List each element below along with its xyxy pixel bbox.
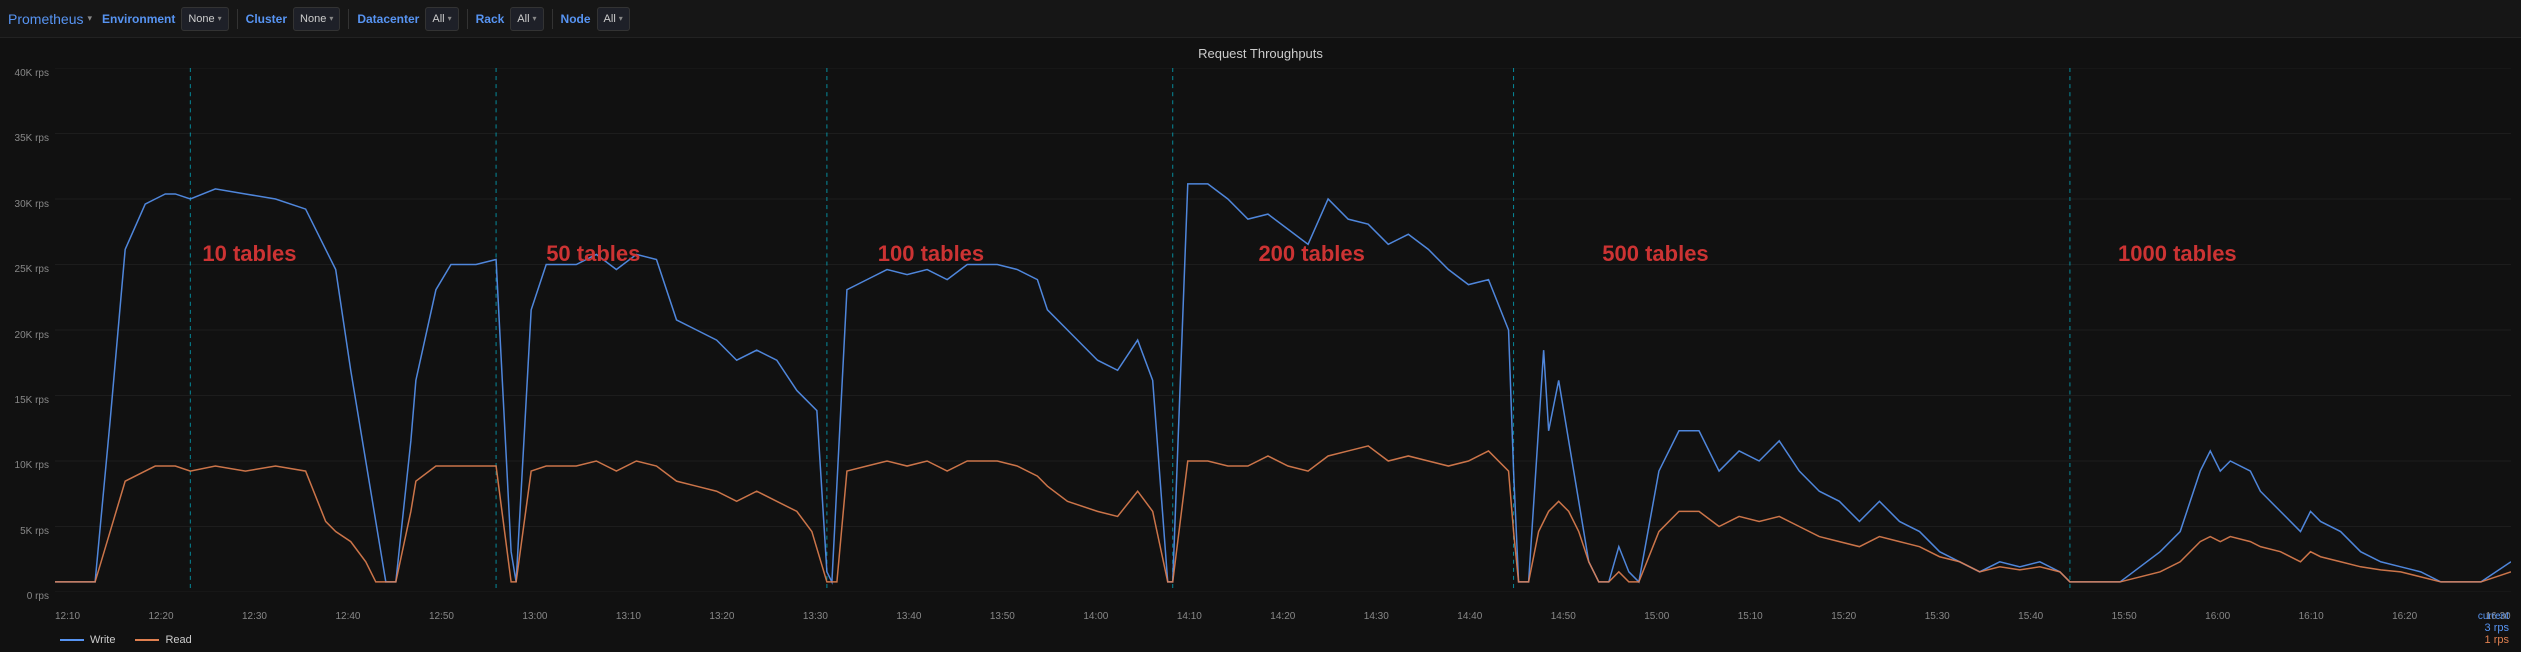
app-title[interactable]: Prometheus ▾ [8,11,92,27]
y-label-35k: 35K rps [0,133,55,144]
x-label-24: 16:10 [2299,611,2324,622]
x-axis: 12:10 12:20 12:30 12:40 12:50 13:00 13:1… [55,611,2511,622]
x-label-2: 12:30 [242,611,267,622]
chevron-icon-environment: ▾ [218,14,222,23]
filter-label-environment: Environment [102,12,175,26]
legend-read-label: Read [165,634,191,646]
app-title-text: Prometheus [8,11,83,27]
filter-label-cluster: Cluster [246,12,287,26]
separator2 [348,9,349,29]
y-label-30k: 30K rps [0,199,55,210]
legend-write: Write [60,634,115,646]
x-label-0: 12:10 [55,611,80,622]
x-label-21: 15:40 [2018,611,2043,622]
y-label-20k: 20K rps [0,330,55,341]
x-label-3: 12:40 [335,611,360,622]
legend: Write Read [60,634,192,646]
x-label-7: 13:20 [709,611,734,622]
y-label-40k: 40K rps [0,68,55,79]
x-label-22: 15:50 [2112,611,2137,622]
y-axis: 0 rps 5K rps 10K rps 15K rps 20K rps 25K… [0,68,55,602]
chevron-icon-node: ▾ [619,14,623,23]
x-label-4: 12:50 [429,611,454,622]
y-label-25k: 25K rps [0,264,55,275]
filter-value-rack: All [517,13,529,25]
x-label-6: 13:10 [616,611,641,622]
legend-write-label: Write [90,634,115,646]
x-label-20: 15:30 [1925,611,1950,622]
x-label-16: 14:50 [1551,611,1576,622]
x-label-25: 16:20 [2392,611,2417,622]
top-bar: Prometheus ▾ Environment None ▾ Cluster … [0,0,2521,38]
y-label-15k: 15K rps [0,395,55,406]
filter-value-node: All [604,13,616,25]
legend-write-line [60,639,84,641]
x-label-15: 14:40 [1457,611,1482,622]
x-label-23: 16:00 [2205,611,2230,622]
legend-read: Read [135,634,191,646]
x-label-1: 12:20 [148,611,173,622]
separator4 [552,9,553,29]
legend-read-line [135,639,159,641]
current-value: current 3 rps 1 rps [2478,610,2509,646]
chevron-icon-cluster: ▾ [329,14,333,23]
x-label-12: 14:10 [1177,611,1202,622]
x-label-5: 13:00 [522,611,547,622]
x-label-9: 13:40 [896,611,921,622]
chart-title: Request Throughputs [1198,46,1323,61]
x-label-14: 14:30 [1364,611,1389,622]
x-label-18: 15:10 [1738,611,1763,622]
x-label-17: 15:00 [1644,611,1669,622]
filter-label-rack: Rack [476,12,505,26]
filter-select-environment[interactable]: None ▾ [181,7,228,31]
x-label-19: 15:20 [1831,611,1856,622]
current-label: current [2478,611,2509,622]
filter-select-cluster[interactable]: None ▾ [293,7,340,31]
write-current-val: 3 rps [2485,622,2509,634]
chevron-icon-rack: ▾ [533,14,537,23]
chart-container: Request Throughputs 0 rps 5K rps 10K rps… [0,38,2521,652]
x-label-8: 13:30 [803,611,828,622]
y-label-5k: 5K rps [0,526,55,537]
x-label-10: 13:50 [990,611,1015,622]
filter-select-datacenter[interactable]: All ▾ [425,7,458,31]
filter-label-node: Node [561,12,591,26]
chevron-icon-datacenter: ▾ [448,14,452,23]
separator3 [467,9,468,29]
filter-select-rack[interactable]: All ▾ [510,7,543,31]
filter-value-datacenter: All [432,13,444,25]
filter-label-datacenter: Datacenter [357,12,419,26]
y-label-0: 0 rps [0,591,55,602]
x-label-11: 14:00 [1083,611,1108,622]
y-label-10k: 10K rps [0,460,55,471]
chart-svg: .grid-line { stroke: #2a2a2a; stroke-wid… [55,68,2511,592]
filter-select-node[interactable]: All ▾ [597,7,630,31]
filter-value-environment: None [188,13,214,25]
filter-value-cluster: None [300,13,326,25]
x-label-13: 14:20 [1270,611,1295,622]
read-current-val: 1 rps [2485,634,2509,646]
chart-area: .grid-line { stroke: #2a2a2a; stroke-wid… [55,68,2511,592]
separator [237,9,238,29]
app-title-arrow: ▾ [87,13,92,24]
